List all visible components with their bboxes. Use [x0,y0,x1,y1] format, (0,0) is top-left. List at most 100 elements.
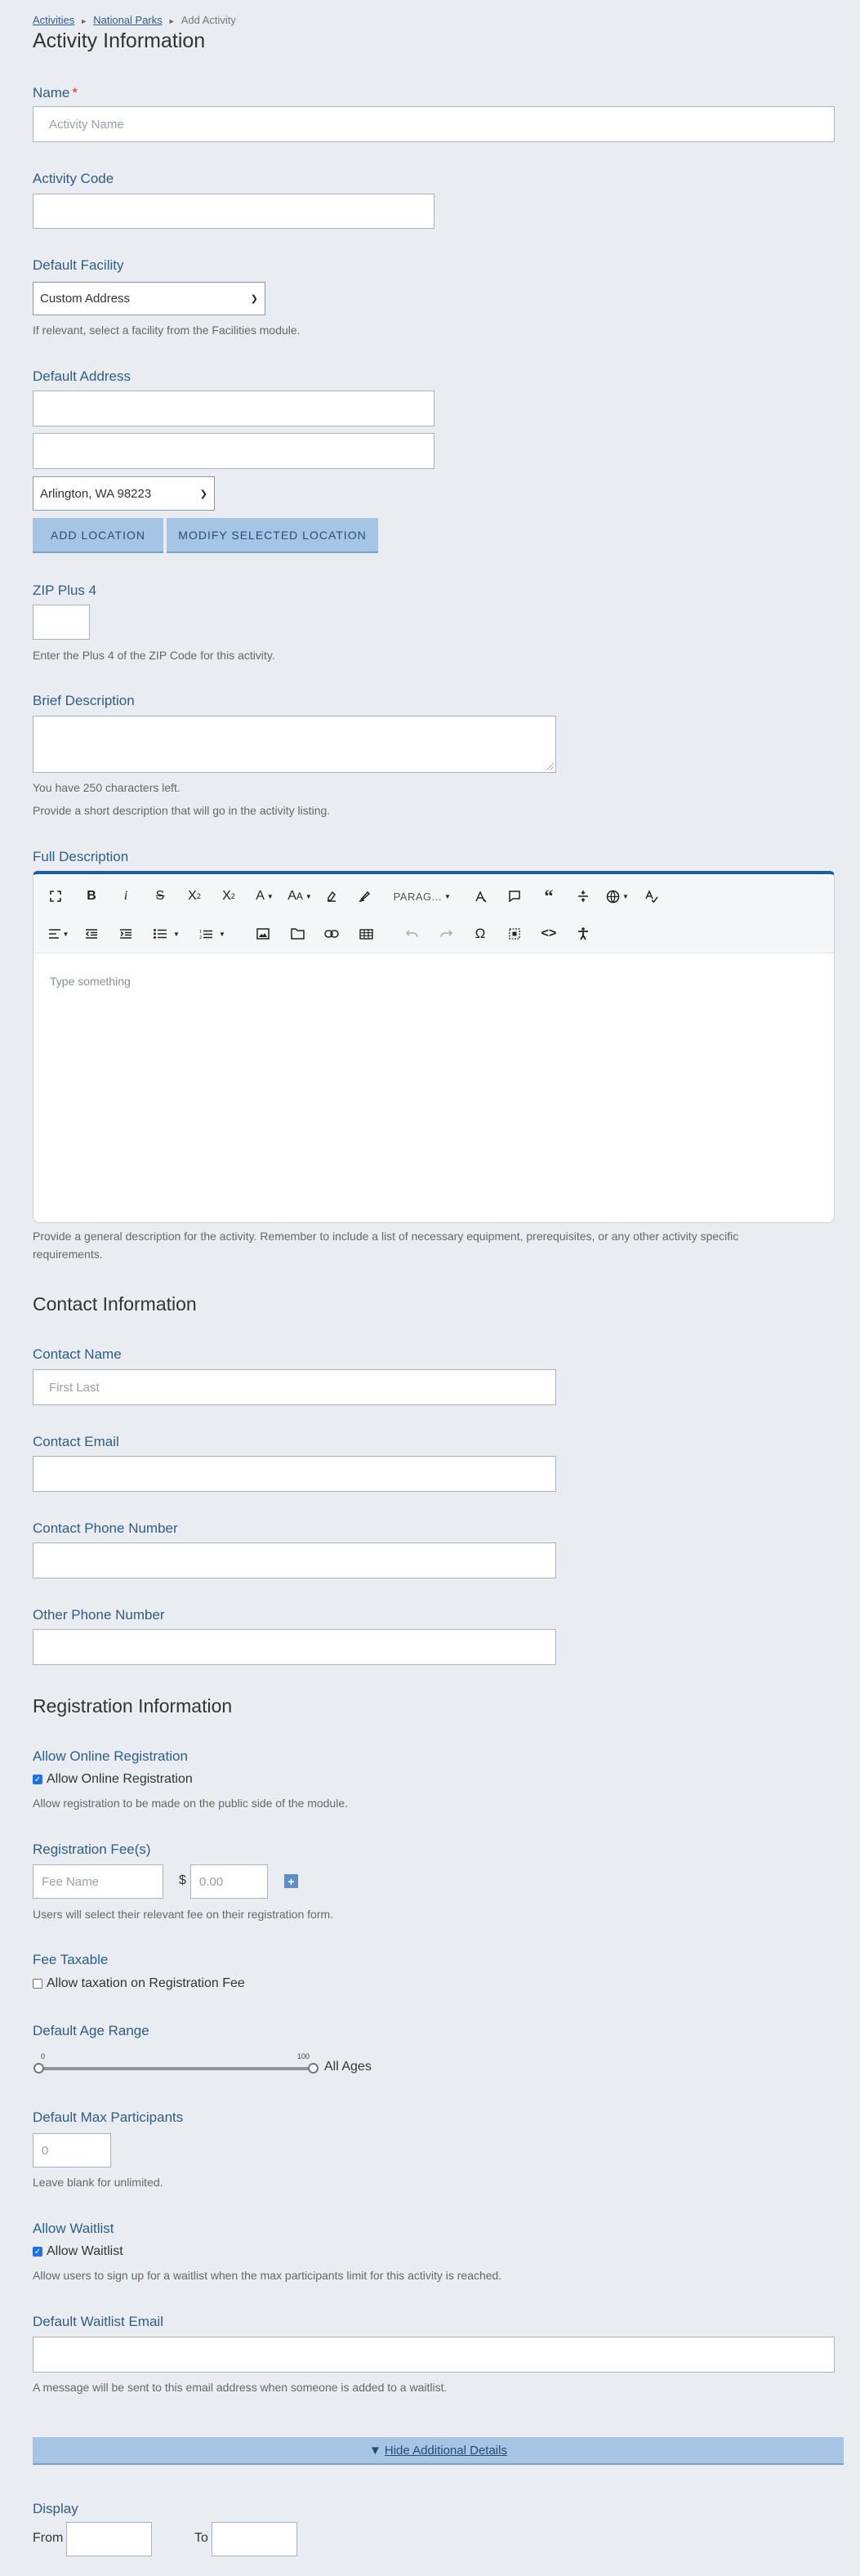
breadcrumb-link-national-parks[interactable]: National Parks [93,14,163,26]
italic-icon[interactable]: i [114,884,138,909]
activity-name-input[interactable] [33,106,835,142]
default-age-range-label: Default Age Range [33,2023,149,2038]
activity-code-label: Activity Code [33,171,114,186]
embed-icon[interactable] [502,922,527,946]
default-facility-help: If relevant, select a facility from the … [33,324,301,337]
add-location-button[interactable]: ADD LOCATION [33,518,163,553]
city-state-zip-value: Arlington, WA 98223 [40,486,152,501]
align-icon[interactable]: ▼ [45,922,73,946]
required-marker: * [72,85,78,100]
breadcrumb-separator-icon: ► [80,17,88,25]
fullscreen-icon[interactable] [43,884,68,909]
accessibility-icon[interactable] [571,922,595,946]
redo-icon[interactable] [434,922,458,946]
indent-icon[interactable] [114,922,138,946]
checkbox-label: Allow Online Registration [47,1772,193,1786]
special-char-icon[interactable]: Ω [468,922,492,946]
fee-taxable-label: Fee Taxable [33,1952,109,1967]
display-from-input[interactable] [66,2522,152,2556]
image-icon[interactable] [251,922,275,946]
contact-information-heading: Contact Information [33,1293,197,1315]
link-icon[interactable] [319,922,344,946]
zip-plus4-help: Enter the Plus 4 of the ZIP Code for thi… [33,649,275,662]
age-range-slider-selection [38,2067,314,2070]
checkbox-label: Allow Waitlist [47,2244,123,2258]
brief-description-chars-left: You have 250 characters left. [33,781,180,794]
activity-code-input[interactable] [33,194,434,229]
default-facility-label: Default Facility [33,257,124,273]
spellcheck-icon[interactable] [639,884,664,909]
language-icon[interactable]: ▼ [602,884,633,909]
zip-plus4-input[interactable] [33,605,90,640]
contact-name-input[interactable] [33,1369,556,1405]
text-color-icon[interactable] [319,884,344,909]
subscript-icon[interactable]: X2 [182,884,207,909]
superscript-icon[interactable]: X2 [216,884,241,909]
rich-text-editor: B i S X2 X2 A ▼ A A ▼ PARAG... ▼ “ ▼ ▼ ▼… [33,871,835,1223]
hide-additional-details-toggle[interactable]: ▼ Hide Additional Details [33,2437,844,2465]
contact-name-label: Contact Name [33,1346,122,1362]
bulleted-list-icon[interactable]: ▼ [148,922,185,946]
outdent-icon[interactable] [79,922,104,946]
registration-information-heading: Registration Information [33,1695,233,1717]
comment-icon[interactable] [502,884,527,909]
editor-content-area[interactable]: Type something [50,975,131,988]
fee-amount-input[interactable] [190,1864,268,1899]
contact-phone-label: Contact Phone Number [33,1520,178,1536]
age-range-max-handle[interactable] [308,2063,319,2074]
allow-online-registration-help: Allow registration to be made on the pub… [33,1797,349,1810]
bold-icon[interactable]: B [79,884,104,909]
undo-icon[interactable] [399,922,424,946]
highlight-icon[interactable] [352,884,377,909]
display-label: Display [33,2501,78,2516]
contact-phone-input[interactable] [33,1542,556,1578]
resize-handle-icon[interactable] [546,763,554,770]
currency-symbol: $ [179,1873,186,1887]
font-color-icon[interactable]: A ▼ [251,884,278,909]
checkbox-checked-icon[interactable]: ✓ [33,2247,42,2257]
max-participants-help: Leave blank for unlimited. [33,2176,163,2189]
breadcrumb-link-activities[interactable]: Activities [33,14,74,26]
checkbox-unchecked-icon[interactable] [33,1979,42,1989]
table-icon[interactable] [354,922,378,946]
file-icon[interactable] [285,922,310,946]
clear-format-icon[interactable] [468,884,492,909]
brief-description-help: Provide a short description that will go… [33,804,331,817]
horizontal-line-icon[interactable] [571,884,595,909]
default-max-participants-label: Default Max Participants [33,2109,184,2125]
quote-icon[interactable]: “ [537,884,561,909]
age-range-max-tick: 100 [297,2052,310,2060]
toggle-arrow-icon: ▼ [369,2443,381,2458]
display-from-label: From [33,2531,64,2545]
default-facility-select[interactable]: Custom Address ❯ [33,282,265,315]
age-range-value-text: All Ages [324,2060,372,2074]
address-line2-input[interactable] [33,433,434,469]
strikethrough-icon[interactable]: S [148,884,172,909]
add-fee-plus-icon[interactable]: + [284,1874,298,1888]
display-to-input[interactable] [212,2522,297,2556]
zip-plus4-label: ZIP Plus 4 [33,583,97,598]
toggle-label: Hide Additional Details [384,2443,507,2458]
breadcrumb: Activities ► National Parks ► Add Activity [33,14,236,26]
max-participants-input[interactable] [33,2133,111,2168]
contact-email-label: Contact Email [33,1434,119,1449]
brief-description-textarea[interactable] [33,716,556,773]
modify-selected-location-button[interactable]: MODIFY SELECTED LOCATION [167,518,378,553]
fee-name-input[interactable] [33,1864,163,1899]
waitlist-email-input[interactable] [33,2337,835,2373]
contact-email-input[interactable] [33,1456,556,1492]
allow-waitlist-checkbox[interactable]: ✓ Allow Waitlist [33,2244,123,2259]
address-line1-input[interactable] [33,391,434,426]
city-state-zip-select[interactable]: Arlington, WA 98223 ❯ [33,476,215,511]
chevron-down-icon: ❯ [250,294,258,304]
font-size-icon[interactable]: A A ▼ [283,884,316,909]
allow-online-registration-checkbox[interactable]: ✓ Allow Online Registration [33,1772,193,1787]
other-phone-input[interactable] [33,1629,556,1665]
paragraph-format-select[interactable]: PARAG... ▼ [385,884,460,909]
numbered-list-icon[interactable]: 1 2 ▼ [194,922,231,946]
allow-taxation-checkbox[interactable]: Allow taxation on Registration Fee [33,1976,245,1991]
checkbox-checked-icon[interactable]: ✓ [33,1775,42,1784]
code-view-icon[interactable]: <> [537,922,561,946]
age-range-min-handle[interactable] [33,2063,44,2074]
checkbox-label: Allow taxation on Registration Fee [47,1976,245,1990]
